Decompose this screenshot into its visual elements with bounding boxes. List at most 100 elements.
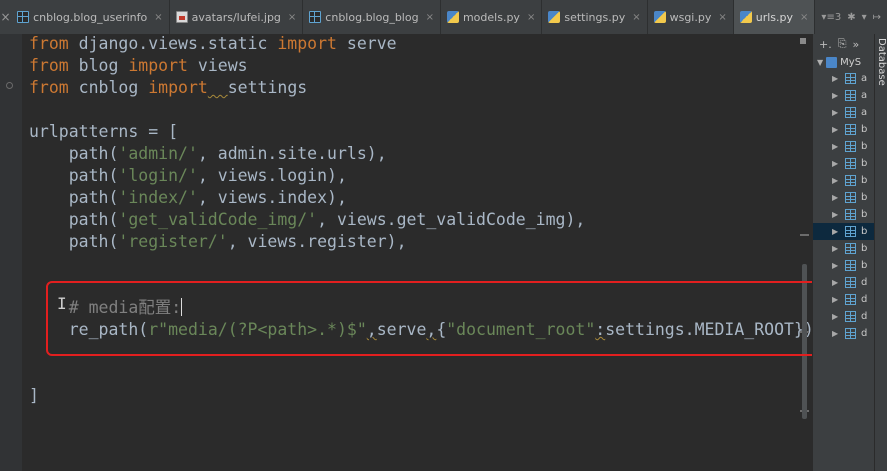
expand-right-icon[interactable]: ▶: [832, 227, 840, 236]
code-line[interactable]: from cnblog import settings: [29, 77, 824, 99]
expand-right-icon[interactable]: ▶: [832, 159, 840, 168]
datasource-label: MyS: [840, 56, 862, 68]
tab-models-py[interactable]: models.py ×: [441, 0, 543, 34]
db-table-row[interactable]: ▶ b: [813, 257, 875, 274]
db-table-row[interactable]: ▶ d: [813, 325, 875, 342]
tab-close-icon[interactable]: ×: [288, 12, 296, 23]
table-icon: [845, 141, 856, 152]
mysql-datasource-icon: [826, 56, 838, 68]
code-line[interactable]: ]: [29, 385, 824, 407]
db-table-row[interactable]: ▶ b: [813, 138, 875, 155]
tab-close-icon[interactable]: ×: [632, 12, 640, 23]
code-line[interactable]: ​: [29, 363, 824, 385]
tab-close-icon[interactable]: ×: [527, 12, 535, 23]
expand-right-icon[interactable]: ▶: [832, 74, 840, 83]
copy-icon[interactable]: ⎘: [838, 37, 847, 51]
tab-settings-py[interactable]: settings.py ×: [542, 0, 648, 34]
code-line[interactable]: from django.views.static import serve: [29, 33, 824, 55]
expand-right-icon[interactable]: ▶: [832, 142, 840, 151]
db-table-row[interactable]: ▶ b: [813, 172, 875, 189]
db-table-row[interactable]: ▶ b: [813, 121, 875, 138]
expand-right-icon[interactable]: ▶: [832, 210, 840, 219]
tab-label: wsgi.py: [669, 10, 712, 24]
add-datasource-icon[interactable]: +.: [819, 38, 832, 51]
db-table-row[interactable]: ▶ a: [813, 87, 875, 104]
db-table-row[interactable]: ▶ b: [813, 223, 875, 240]
expand-right-icon[interactable]: ▶: [832, 261, 840, 270]
tab-cnblog-blog-userinfo[interactable]: cnblog.blog_userinfo ×: [11, 0, 170, 34]
db-table-label: d: [861, 277, 868, 288]
db-table-row[interactable]: ▶ d: [813, 274, 875, 291]
table-icon: [845, 192, 856, 203]
tab-wsgi-py[interactable]: wsgi.py ×: [648, 0, 734, 34]
code-line[interactable]: path('admin/', admin.site.urls),: [29, 143, 824, 165]
tab-close-icon[interactable]: ×: [154, 12, 162, 23]
more-tools-icon[interactable]: »: [853, 38, 860, 51]
code-token: , admin.site.urls),: [197, 144, 387, 163]
db-table-row[interactable]: ▶ a: [813, 104, 875, 121]
db-table-label: b: [861, 243, 868, 254]
code-token: from: [29, 34, 69, 53]
tab-label: models.py: [462, 10, 520, 24]
database-toolbar: +. ⎘ »: [813, 34, 875, 54]
table-icon: [845, 107, 856, 118]
tab-avatars-lufei-jpg[interactable]: avatars/lufei.jpg ×: [170, 0, 304, 34]
code-token: path(: [29, 210, 119, 229]
expand-right-icon[interactable]: ▶: [832, 108, 840, 117]
fold-marker-icon[interactable]: [6, 82, 13, 89]
scroll-marker[interactable]: [800, 234, 809, 236]
editor-tab-bar: × cnblog.blog_userinfo × avatars/lufei.jpg…: [0, 0, 887, 35]
db-table-row[interactable]: ▶ d: [813, 291, 875, 308]
tab-bar-tools: ▾≡3 ✱ ▾ ↦: [815, 0, 887, 34]
dropdown-chevron-icon[interactable]: ▾: [862, 12, 867, 23]
tab-overflow-menu-icon[interactable]: ▾≡3: [821, 12, 841, 23]
tab-cnblog-blog-blog[interactable]: cnblog.blog_blog ×: [303, 0, 441, 34]
tab-close-icon[interactable]: ×: [426, 12, 434, 23]
table-icon: [845, 328, 856, 339]
code-token: , views.get_validCode_img),: [317, 210, 586, 229]
expand-right-icon[interactable]: ▶: [832, 193, 840, 202]
expand-right-icon[interactable]: ▶: [832, 295, 840, 304]
expand-right-icon[interactable]: ▶: [832, 312, 840, 321]
db-table-row[interactable]: ▶ b: [813, 240, 875, 257]
expand-right-icon[interactable]: ▶: [832, 244, 840, 253]
code-token: urlpatterns = [: [29, 122, 179, 141]
expand-right-icon[interactable]: ▶: [832, 91, 840, 100]
python-file-icon: [548, 11, 561, 23]
hide-panel-icon[interactable]: ↦: [873, 12, 881, 23]
tab-label: settings.py: [564, 10, 626, 24]
code-line[interactable]: path('index/', views.index),: [29, 187, 824, 209]
db-table-row[interactable]: ▶ b: [813, 189, 875, 206]
table-icon: [845, 294, 856, 305]
tab-urls-py[interactable]: urls.py ×: [733, 0, 816, 34]
settings-gear-icon[interactable]: ✱: [847, 12, 855, 23]
expand-right-icon[interactable]: ▶: [832, 329, 840, 338]
code-line[interactable]: urlpatterns = [: [29, 121, 824, 143]
tab-label: urls.py: [755, 10, 794, 24]
db-table-row[interactable]: ▶ a: [813, 70, 875, 87]
code-line[interactable]: path('login/', views.login),: [29, 165, 824, 187]
tab-close-icon[interactable]: ×: [800, 12, 808, 23]
inspection-status-icon[interactable]: [800, 38, 806, 44]
db-table-row[interactable]: ▶ b: [813, 206, 875, 223]
table-icon: [17, 11, 30, 23]
expand-right-icon[interactable]: ▶: [832, 125, 840, 134]
datasource-root[interactable]: ▼ MyS: [813, 54, 875, 70]
code-token: 'get_validCode_img/': [118, 210, 318, 229]
code-line[interactable]: ​: [29, 253, 824, 275]
database-side-tab[interactable]: Database: [874, 34, 887, 471]
code-line[interactable]: from blog import views: [29, 55, 824, 77]
db-table-row[interactable]: ▶ d: [813, 308, 875, 325]
db-table-row[interactable]: ▶ b: [813, 155, 875, 172]
tab-close-left-icon[interactable]: ×: [0, 0, 11, 34]
expand-right-icon[interactable]: ▶: [832, 278, 840, 287]
code-line[interactable]: path('get_validCode_img/', views.get_val…: [29, 209, 824, 231]
code-token: django.views.static: [68, 34, 278, 53]
expand-down-icon[interactable]: ▼: [817, 58, 823, 67]
code-line[interactable]: ​: [29, 99, 824, 121]
code-line[interactable]: path('register/', views.register),: [29, 231, 824, 253]
tab-close-icon[interactable]: ×: [718, 12, 726, 23]
python-file-icon: [739, 11, 752, 23]
expand-right-icon[interactable]: ▶: [832, 176, 840, 185]
